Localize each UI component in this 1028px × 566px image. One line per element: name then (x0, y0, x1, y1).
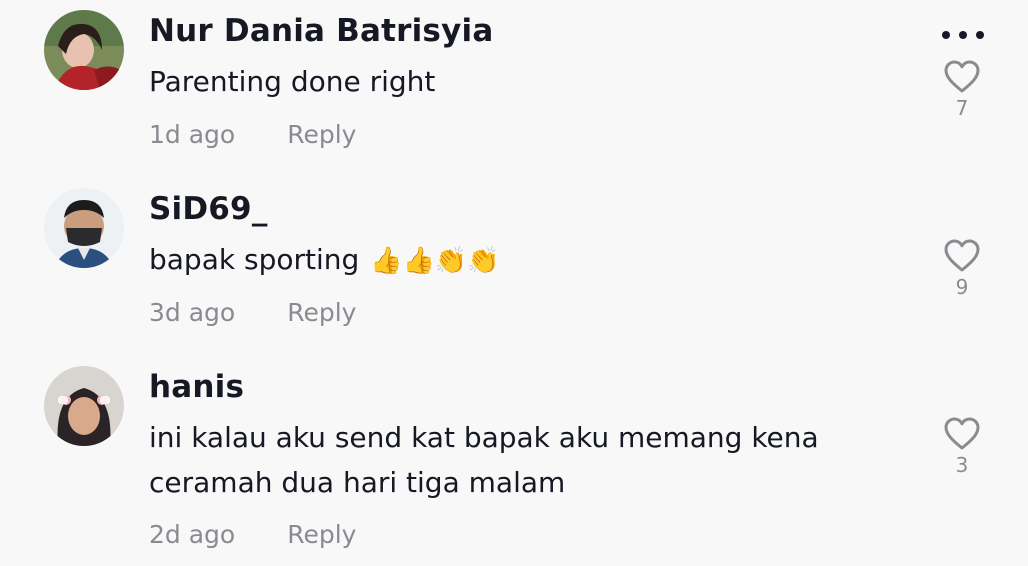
profile-photo-avatar (44, 366, 124, 446)
comment-item: hanis ini kalau aku send kat bapak aku m… (0, 0, 1028, 566)
reply-button[interactable]: Reply (287, 520, 356, 549)
like-button[interactable]: 3 (942, 417, 982, 477)
comment-timestamp: 2d ago (149, 520, 236, 549)
like-count: 3 (955, 453, 969, 477)
heart-outline-icon (944, 417, 980, 450)
comment-username[interactable]: hanis (149, 369, 244, 405)
comment-text-content: ini kalau aku send kat bapak aku memang … (149, 421, 819, 499)
comment-meta: 2d ago Reply (149, 520, 356, 549)
avatar[interactable] (44, 366, 124, 446)
comment-text: ini kalau aku send kat bapak aku memang … (149, 415, 869, 505)
comment-list: Nur Dania Batrisyia Parenting done right… (0, 0, 1028, 566)
